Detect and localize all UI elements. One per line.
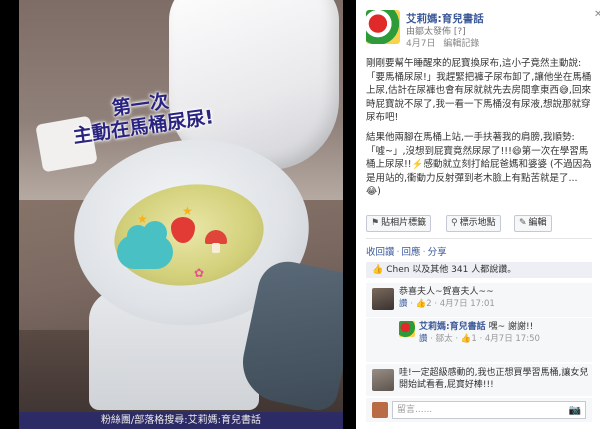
comment-meta: 讚 · 👍2 · 4月7日 17:01	[399, 299, 495, 309]
edit-button[interactable]: ✎ 編輯	[514, 215, 552, 232]
post-photo[interactable]: 第一次 主動在馬桶尿尿! ★ ★ ✿	[19, 0, 343, 429]
star-sticker-icon: ★	[182, 204, 193, 218]
comment-by: 鄒太	[435, 334, 453, 344]
likes-summary[interactable]: 👍 Chen 以及其他 341 人都說讚。	[366, 262, 592, 278]
comment-text: 恭喜夫人~賀喜夫人~~	[399, 287, 494, 297]
page-avatar[interactable]	[366, 10, 400, 44]
post-paragraph: 剛剛要幫午睡醒來的屁寶換尿布,這小子竟然主動說:「要馬桶尿尿!」我趕緊把褲子尿布…	[366, 58, 592, 124]
pencil-icon: ✎	[519, 218, 527, 228]
post-action-links: 收回讚 · 回應 · 分享	[366, 247, 447, 258]
comment-placeholder: 留言......	[397, 405, 433, 415]
comment-text-line: 艾莉媽:育兒書話 嘿~ 謝謝!!	[419, 321, 589, 333]
comment-like-link[interactable]: 讚	[399, 299, 408, 309]
comment-link[interactable]: 回應	[402, 247, 421, 258]
comment-text: 哇!一定超級感動的,我也正想買學習馬桶,讓女兒開始試看看,屁寶好棒!!!	[399, 368, 589, 390]
post-body: 剛剛要幫午睡醒來的屁寶換尿布,這小子竟然主動說:「要馬桶尿尿!」我趕緊把褲子尿布…	[366, 57, 592, 205]
flower-sticker-icon: ✿	[194, 266, 205, 280]
comment-like-count[interactable]: 1	[471, 334, 476, 344]
edit-label: 編輯	[528, 218, 547, 228]
post-detail-panel: 艾莉媽:育兒書話 由鄒太發佈 [?] 4月7日 編輯記錄 ✕ 剛剛要幫午睡醒來的…	[356, 0, 600, 429]
post-meta: 4月7日 編輯記錄	[406, 36, 484, 49]
divider	[366, 238, 592, 239]
star-sticker-icon: ★	[137, 212, 148, 226]
post-header: 艾莉媽:育兒書話 由鄒太發佈 [?] 4月7日 編輯記錄 ✕	[366, 10, 600, 50]
thumbs-up-icon: 👍	[372, 265, 384, 275]
likes-text: Chen 以及其他 341 人都說讚。	[386, 265, 517, 275]
comment-time: 4月7日 17:50	[484, 334, 540, 344]
commenter-avatar[interactable]	[372, 288, 394, 310]
add-location-label: 標示地點	[459, 218, 496, 228]
comment-like-icon: 👍	[415, 299, 427, 309]
post-photo-frame: 第一次 主動在馬桶尿尿! ★ ★ ✿ 粉絲團/部落格搜尋:艾莉媽:育兒書話	[0, 0, 356, 429]
commenter-avatar[interactable]	[372, 369, 394, 391]
comment-body: 恭喜夫人~賀喜夫人~~ 讚 · 👍2 · 4月7日 17:01	[399, 286, 589, 310]
commenter-name[interactable]: 艾莉媽:育兒書話	[419, 322, 486, 332]
post-paragraph: 結果他兩腳在馬桶上站,一手扶著我的肩膀,我順勢:「噓~」,沒想到屁寶竟然尿尿了!…	[366, 131, 592, 198]
edit-history-link[interactable]: 編輯記錄	[443, 39, 479, 49]
page-avatar[interactable]	[399, 321, 415, 337]
tag-photo-label: 貼相片標籤	[381, 218, 427, 228]
comment-body: 哇!一定超級感動的,我也正想買學習馬桶,讓女兒開始試看看,屁寶好棒!!!	[399, 367, 589, 391]
tag-icon: ⚑	[371, 218, 380, 228]
comment-item: 艾莉媽:育兒書話 嘿~ 謝謝!! 讚 · 鄒太 · 👍1 · 4月7日 17:50	[366, 318, 592, 362]
comment-item: 恭喜夫人~賀喜夫人~~ 讚 · 👍2 · 4月7日 17:01	[366, 283, 592, 317]
comment-body: 艾莉媽:育兒書話 嘿~ 謝謝!! 讚 · 鄒太 · 👍1 · 4月7日 17:50	[419, 321, 589, 345]
unlike-link[interactable]: 收回讚	[366, 247, 395, 258]
cloud-sticker-icon	[117, 221, 173, 269]
comment-like-link[interactable]: 讚	[419, 334, 428, 344]
photo-watermark: 粉絲團/部落格搜尋:艾莉媽:育兒書話	[19, 412, 343, 429]
add-location-button[interactable]: ⚲ 標示地點	[446, 215, 501, 232]
comment-composer: 留言...... 📷	[366, 398, 592, 422]
comment-text: 嘿~ 謝謝!!	[488, 322, 534, 332]
current-user-avatar	[372, 402, 388, 418]
photo-actions: ⚑ 貼相片標籤 ⚲ 標示地點 ✎ 編輯	[366, 215, 592, 233]
comment-like-icon: 👍	[460, 334, 472, 344]
comment-time: 4月7日 17:01	[439, 299, 495, 309]
post-date-link[interactable]: 4月7日	[406, 39, 435, 49]
location-pin-icon: ⚲	[451, 218, 458, 228]
close-icon[interactable]: ✕	[594, 10, 600, 20]
comment-meta: 讚 · 鄒太 · 👍1 · 4月7日 17:50	[419, 334, 540, 344]
camera-icon[interactable]: 📷	[569, 403, 581, 419]
share-link[interactable]: 分享	[428, 247, 447, 258]
comment-input[interactable]: 留言...... 📷	[392, 401, 586, 419]
comment-like-count[interactable]: 2	[426, 299, 431, 309]
comment-item: 哇!一定超級感動的,我也正想買學習馬桶,讓女兒開始試看看,屁寶好棒!!!	[366, 364, 592, 396]
tag-photo-button[interactable]: ⚑ 貼相片標籤	[366, 215, 432, 232]
